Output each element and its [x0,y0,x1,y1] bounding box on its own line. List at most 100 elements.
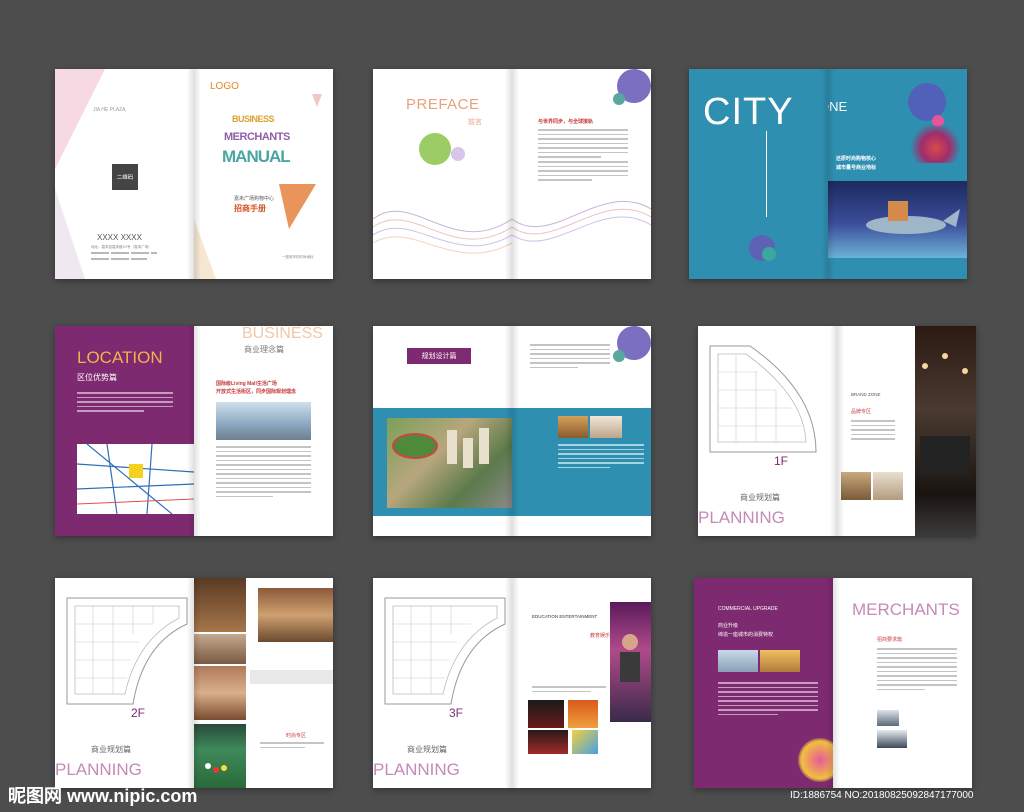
watermark-logo: 昵图网 www.nipic.com [8,786,198,806]
upgrade-photo-1 [718,650,758,672]
floor-label-2f: 2F [131,706,146,720]
interior-photo-2 [590,416,622,438]
commercial-upgrade-page: COMMERCIAL UPGRADE 商业升级 缔造一座城市的消费特权 [694,578,833,788]
planning-2f-right: 时尚专区 [194,578,333,788]
spread-planning-3f: 3F 商业规划篇 PLANNING EDUCATION ENTERTAINMEN… [373,578,651,788]
planning-title: PLANNING [698,508,785,527]
spread-preface: PREFACE 前言 与世界同步，与全球接轨 [373,69,651,279]
location-body-text [77,392,173,415]
phone-number: XXXX XXXX [97,233,142,242]
floor-plan-2f [66,597,188,705]
spread-planning-1f: 1F 商业规划篇 PLANNING BRAND ZONE 品牌专区 [698,326,976,536]
bowling-photo [568,700,598,728]
address: 地址：嘉禾县嘉禾路XX号（嘉禾广场） [91,245,152,249]
merchants-cn: 招商要求篇 [877,637,903,643]
planning-design-badge: 规划设计篇 [407,348,471,364]
brand-zone-cn: 品牌专区 [851,409,872,415]
green-circle [419,133,451,165]
planning-cn-2f: 商业规划篇 [91,745,131,754]
interior-photo-1 [558,416,588,438]
business-headline1: 国际级Living Mall生活广场 [216,381,277,387]
cinema-photo [528,700,564,728]
store-interior-photo [915,326,976,536]
merchants-body-text [877,648,957,693]
upgrade-photo-2 [760,650,800,672]
wave-ribbon [373,210,512,254]
preface-left-page: PREFACE 前言 [373,69,512,279]
cafe-photo [194,634,246,664]
planning-2f-left: 2F 商业规划篇 PLANNING [55,578,194,788]
city-left-page: CITY [689,69,828,279]
mascot-graphic [798,738,833,782]
city-right-page: ONE 还原时尚购物核心 城市量号商业地标 [828,69,967,279]
preface-right-page: 与世界同步，与全球接轨 [512,69,651,279]
qr-code: 二维码 [112,164,138,190]
planning-cn: 商业规划篇 [740,493,780,502]
fashion-zone: 时尚专区 [286,733,307,739]
watermark-id: ID:1886754 NO:20180825092847177000 [790,790,974,801]
kids-photo [572,730,598,754]
commercial-upgrade-sub: 缔造一座城市的消费特权 [718,632,774,638]
business-headline2: 开放式生活街区，同步国际规划理念 [216,389,297,395]
planning-3f-left: 3F 商业规划篇 PLANNING [373,578,512,788]
floor-label-3f: 3F [449,706,464,720]
planning-design-right [512,326,651,536]
location-title: LOCATION [77,348,163,367]
preface-title: PREFACE [406,96,480,113]
education-entertainment-title: EDUCATION ENTERTAINMENT [532,614,598,619]
collage-image [908,125,963,163]
merchants-title: MERCHANTS [852,600,960,619]
planning-cn-3f: 商业规划篇 [407,745,447,754]
city-title: CITY [703,91,794,133]
preface-body-text [538,129,628,161]
spread-planning-2f: 2F 商业规划篇 PLANNING 时尚专区 [55,578,333,788]
whale-image [828,181,967,258]
store-photo-small-2 [873,472,903,500]
preface-headline: 与世界同步，与全球接轨 [538,119,594,125]
shop-photo [258,588,333,642]
planning-design-left: 规划设计篇 [373,326,512,536]
people-photo-2 [877,730,907,748]
planning-title-2f: PLANNING [55,760,142,779]
plaza-name: JIA HE PLAZA [93,107,126,113]
business-body-text [216,446,311,500]
location-map [76,443,194,515]
bar-photo [194,578,246,632]
commercial-upgrade-title: COMMERCIAL UPGRADE [718,606,778,612]
floor-plan-3f [384,597,506,705]
planning-title-3f: PLANNING [373,760,460,779]
people-photo-1 [877,710,899,726]
floor-label-1f: 1F [774,454,789,468]
planning-1f-left: 1F 商业规划篇 PLANNING [698,326,837,536]
planning-1f-right: BRAND ZONE 品牌专区 [837,326,976,536]
spread-location: LOCATION 区位优势篇 BUSINESS 商业理念篇 国际级Living … [55,326,333,536]
gaming-photo [610,602,651,722]
city-one: ONE [828,99,848,114]
decor-orange-triangle [194,94,322,279]
spread-city: CITY ONE 还原时尚购物核心 城市量号商业地标 [689,69,967,279]
aerial-render [387,418,512,508]
merchants-page: MERCHANTS 招商要求篇 [833,578,972,788]
theater-photo [528,730,568,754]
business-title: BUSINESS [242,326,323,342]
store-photo-small-1 [841,472,871,500]
location-page: LOCATION 区位优势篇 [55,326,194,536]
cover-footer: 一座城市的时尚地标 [282,255,314,259]
business-title-cn: 商业理念篇 [244,345,284,354]
spread-cover: JIA HE PLAZA 二维码 XXXX XXXX 地址：嘉禾县嘉禾路XX号（… [55,69,333,279]
spread-merchants: COMMERCIAL UPGRADE 商业升级 缔造一座城市的消费特权 MERC… [694,578,972,788]
dining-photo [194,666,246,720]
preface-title-cn: 前言 [468,119,482,126]
city-line2: 城市量号商业地标 [836,165,877,171]
planning-3f-right: EDUCATION ENTERTAINMENT 教育娱乐 [512,578,651,788]
cover-page: LOGO BUSINESS MERCHANTS MANUAL 嘉禾广场购物中心 … [194,69,333,279]
education-entertainment-cn: 教育娱乐 [590,633,611,639]
business-page: BUSINESS 商业理念篇 国际级Living Mall生活广场 开放式生活街… [194,326,333,536]
commercial-upgrade-cn: 商业升级 [718,623,739,629]
city-line1: 还原时尚购物核心 [836,156,877,162]
floor-plan-1f [709,345,817,453]
back-cover-page: JIA HE PLAZA 二维码 XXXX XXXX 地址：嘉禾县嘉禾路XX号（… [55,69,194,279]
spread-planning-design: 规划设计篇 [373,326,651,536]
brand-zone-title: BRAND ZONE [851,392,881,397]
building-photo [216,402,311,440]
